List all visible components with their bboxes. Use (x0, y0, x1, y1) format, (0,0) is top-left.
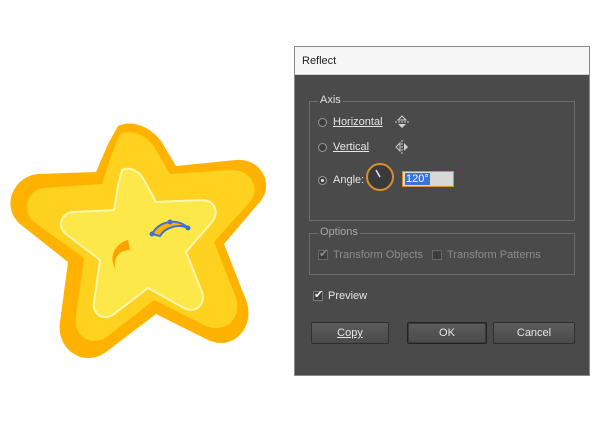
transform-patterns-option[interactable]: Transform Patterns (432, 249, 541, 261)
preview-checkbox[interactable]: ✔ (313, 289, 324, 301)
options-group: Options ✔ Transform Objects Transform Pa… (309, 226, 575, 275)
angle-input[interactable]: 120° (402, 171, 454, 187)
axis-group: Axis Horizontal Vertical Angle: 120° (309, 94, 575, 221)
cancel-button-label: Cancel (516, 327, 552, 339)
transform-patterns-label: Transform Patterns (447, 249, 541, 261)
preview-option[interactable]: ✔ Preview (313, 290, 367, 302)
angle-option[interactable]: Angle: (318, 174, 364, 186)
anchor-point[interactable] (185, 225, 191, 231)
horizontal-label: Horizontal (333, 116, 383, 128)
vertical-option[interactable]: Vertical (318, 141, 369, 153)
cancel-button[interactable]: Cancel (493, 322, 575, 344)
anchor-point[interactable] (149, 231, 155, 237)
checkmark-icon: ✔ (314, 289, 324, 301)
preview-label: Preview (328, 290, 368, 302)
dialog-body: Axis Horizontal Vertical Angle: 120° Opt… (295, 75, 589, 375)
horizontal-radio[interactable] (318, 117, 327, 127)
checkmark-icon: ✔ (319, 248, 329, 260)
reflect-dialog: Reflect Axis Horizontal Vertical Angle: … (294, 46, 590, 376)
reflect-horizontal-icon (395, 115, 409, 128)
options-legend: Options (318, 226, 360, 238)
angle-label: Angle: (333, 174, 365, 186)
vertical-label: Vertical (333, 141, 370, 153)
angle-value: 120° (405, 173, 430, 185)
vertical-radio[interactable] (318, 142, 327, 152)
reflect-vertical-icon (395, 140, 408, 154)
transform-patterns-checkbox[interactable] (432, 250, 442, 260)
copy-button-label: Copy (337, 327, 363, 339)
star-artwork[interactable] (0, 80, 300, 410)
transform-objects-label: Transform Objects (333, 249, 424, 261)
dialog-title[interactable]: Reflect (295, 47, 589, 75)
angle-dial[interactable] (366, 163, 394, 191)
ok-button-label: OK (439, 327, 455, 339)
anchor-point[interactable] (167, 219, 173, 225)
dial-needle-icon (375, 169, 381, 178)
transform-objects-option[interactable]: ✔ Transform Objects (318, 249, 423, 261)
horizontal-option[interactable]: Horizontal (318, 116, 383, 128)
angle-radio[interactable] (318, 175, 327, 185)
ok-button[interactable]: OK (407, 322, 487, 344)
transform-objects-checkbox[interactable]: ✔ (318, 248, 329, 260)
copy-button[interactable]: Copy (311, 322, 389, 344)
axis-legend: Axis (318, 94, 343, 106)
